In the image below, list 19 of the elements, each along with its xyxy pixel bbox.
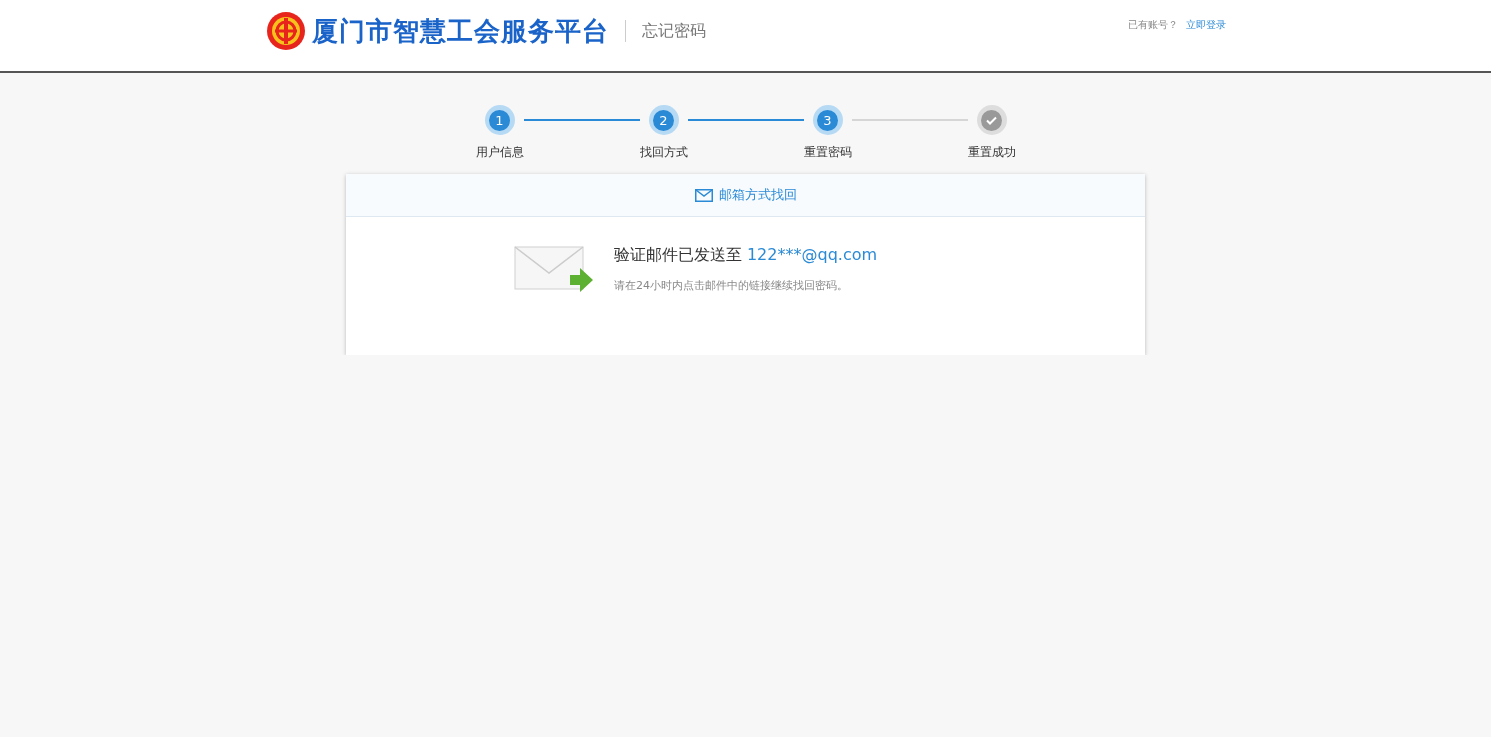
- hint-text: 请在24小时内点击邮件中的链接继续找回密码。: [613, 278, 849, 293]
- sent-message: 验证邮件已发送至 122***@qq.com: [613, 245, 878, 266]
- brand-title: 厦门市智慧工会服务平台: [311, 14, 609, 48]
- step-label: 用户信息: [475, 144, 524, 161]
- step-label: 找回方式: [639, 144, 688, 161]
- envelope-icon: [694, 188, 713, 202]
- step-label: 重置成功: [967, 144, 1016, 161]
- step-label: 重置密码: [803, 144, 852, 161]
- emblem-logo-icon: [265, 11, 306, 51]
- step-indicator: 1: [484, 105, 515, 135]
- tab-label: 邮箱方式找回: [718, 186, 797, 204]
- check-icon: [986, 115, 997, 125]
- email-address: 122***@qq.com: [746, 245, 878, 264]
- step-indicator: 2: [648, 105, 679, 135]
- step-indicator: 3: [812, 105, 843, 135]
- account-prompt: 已有账号？: [1127, 18, 1178, 32]
- envelope-with-arrow-icon: [513, 245, 594, 293]
- login-link[interactable]: 立即登录: [1185, 18, 1226, 32]
- page-title: 忘记密码: [641, 20, 706, 42]
